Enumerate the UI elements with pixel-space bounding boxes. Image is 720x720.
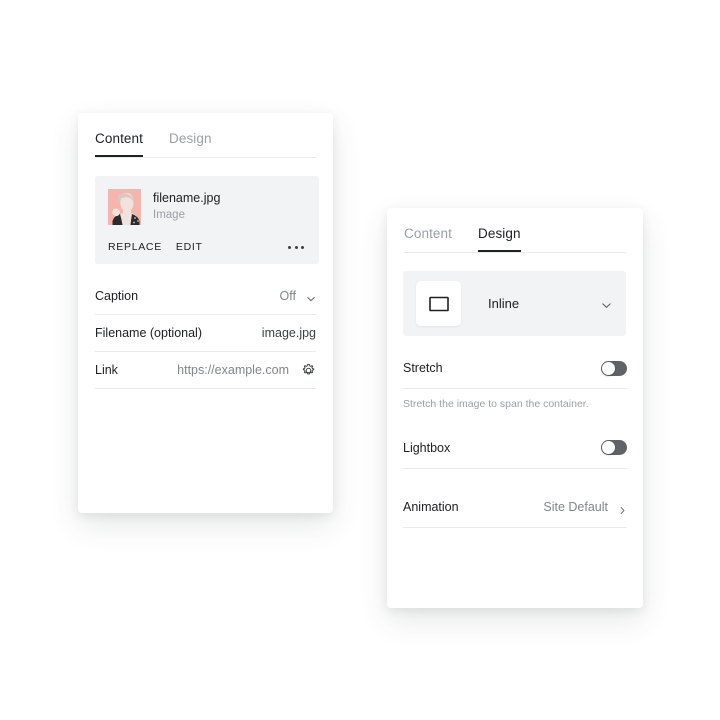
chevron-down-icon[interactable]: [601, 298, 612, 309]
tab-content-design-panel[interactable]: Content: [404, 226, 452, 253]
row-caption[interactable]: Caption Off: [95, 278, 316, 315]
tab-content[interactable]: Content: [95, 131, 143, 158]
lightbox-toggle[interactable]: [601, 440, 627, 456]
tab-design-design-panel[interactable]: Design: [477, 226, 521, 253]
inline-layout-icon[interactable]: [416, 281, 461, 326]
design-settings-panel: Content Design Inline Stretch Stretch th…: [387, 208, 643, 608]
row-filename[interactable]: Filename (optional) image.jpg: [95, 315, 316, 352]
design-panel-tabs: Content Design: [387, 208, 643, 252]
chevron-right-icon[interactable]: [618, 502, 627, 515]
row-link[interactable]: Link https://example.com: [95, 352, 316, 389]
media-summary: filename.jpg Image: [108, 189, 306, 225]
animation-value: Site Default: [543, 499, 608, 514]
lightbox-label: Lightbox: [403, 440, 451, 455]
stretch-toggle[interactable]: [601, 360, 627, 376]
media-filename: filename.jpg: [153, 191, 221, 205]
gear-icon[interactable]: [301, 363, 316, 378]
filename-label: Filename (optional): [95, 326, 202, 340]
animation-label: Animation: [403, 499, 459, 514]
link-value[interactable]: https://example.com: [177, 363, 289, 377]
caption-value: Off: [279, 289, 296, 303]
tab-design[interactable]: Design: [169, 131, 212, 158]
content-panel-tabs: Content Design: [78, 113, 333, 157]
tabs-divider: [404, 252, 626, 253]
tabs-divider: [95, 157, 316, 158]
edit-button[interactable]: EDIT: [176, 241, 203, 253]
more-horizontal-icon[interactable]: [286, 242, 306, 253]
media-meta: filename.jpg Image: [153, 189, 220, 223]
row-animation[interactable]: Animation Site Default: [403, 487, 627, 528]
caption-label: Caption: [95, 289, 139, 303]
layout-selector[interactable]: Inline: [403, 271, 626, 336]
chevron-down-icon[interactable]: [306, 291, 316, 302]
filename-value[interactable]: image.jpg: [262, 326, 316, 340]
row-stretch: Stretch: [403, 348, 627, 389]
media-type-label: Image: [153, 209, 185, 221]
row-spacer: [403, 469, 627, 487]
content-settings-panel: Content Design filename.jpg Image REPLAC…: [78, 113, 333, 513]
toggle-knob: [602, 441, 615, 455]
replace-button[interactable]: REPLACE: [108, 241, 162, 253]
portrait-photo-thumbnail[interactable]: [108, 189, 141, 225]
media-card: filename.jpg Image REPLACE EDIT: [95, 176, 319, 264]
media-actions: REPLACE EDIT: [108, 241, 306, 253]
screen: Content Design filename.jpg Image REPLAC…: [0, 0, 720, 720]
toggle-knob: [602, 361, 615, 375]
row-lightbox: Lightbox: [403, 428, 627, 469]
stretch-label: Stretch: [403, 361, 443, 375]
design-property-rows: Stretch Stretch the image to span the co…: [403, 348, 627, 528]
stretch-helper-text: Stretch the image to span the container.: [403, 398, 589, 410]
content-property-rows: Caption Off Filename (optional) image.jp…: [95, 278, 316, 389]
layout-value: Inline: [488, 296, 520, 311]
link-label: Link: [95, 363, 118, 377]
